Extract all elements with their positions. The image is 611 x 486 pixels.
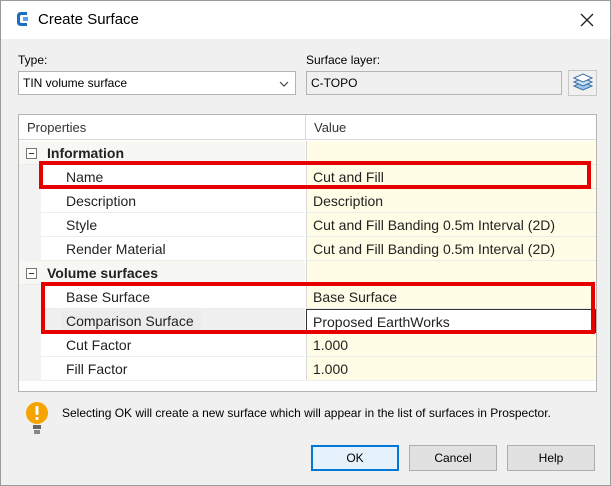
help-button[interactable]: Help [507,445,595,471]
property-value-cell[interactable]: 1.000 [306,333,596,357]
property-name: Description [66,193,137,209]
property-name: Style [66,217,98,233]
category-value-cell [306,141,596,165]
property-value: Cut and Fill Banding 0.5m Interval (2D) [313,241,555,257]
column-header-value: Value [314,120,347,135]
title-bar[interactable]: Create Surface [1,1,610,39]
category-label: Information [47,145,124,161]
row-gutter [19,357,41,381]
property-value-cell[interactable]: Cut and Fill Banding 0.5m Interval (2D) [306,237,596,261]
property-value-cell[interactable]: Cut and Fill Banding 0.5m Interval (2D) [306,213,596,237]
property-row-description[interactable]: Description Description [19,189,596,213]
type-dropdown-value: TIN volume surface [23,76,128,90]
info-message: Selecting OK will create a new surface w… [62,406,551,420]
category-volume-surfaces[interactable]: Volume surfaces [19,261,596,285]
property-value: Cut and Fill Banding 0.5m Interval (2D) [313,217,555,233]
property-value: Proposed EarthWorks [313,314,450,330]
property-value-cell[interactable]: Description [306,189,596,213]
property-name: Name [66,169,104,185]
property-value: Base Surface [313,289,398,305]
property-value-dropdown[interactable]: Proposed EarthWorks [306,309,596,333]
property-value-cell[interactable]: 1.000 [306,357,596,381]
property-value: Description [313,193,384,209]
row-gutter [19,237,41,261]
property-row-style[interactable]: Style Cut and Fill Banding 0.5m Interval… [19,213,596,237]
property-row-fill-factor[interactable]: Fill Factor 1.000 [19,357,596,381]
property-row-comparison-surface[interactable]: Comparison Surface Proposed EarthWorks [19,309,596,333]
property-name: Render Material [66,241,166,257]
property-name: Fill Factor [66,361,128,377]
property-row-cut-factor[interactable]: Cut Factor 1.000 [19,333,596,357]
surface-layer-field: C-TOPO [306,71,562,95]
collapse-icon[interactable] [26,148,37,159]
property-value-cell[interactable]: Base Surface [306,285,596,309]
category-value-cell [306,261,596,285]
row-gutter [19,285,41,309]
warning-lightbulb-icon [26,402,48,434]
property-value: 1.000 [313,361,349,377]
civil3d-app-icon [17,12,28,26]
close-button[interactable] [573,7,601,33]
row-gutter [19,165,41,189]
ok-button[interactable]: OK [311,445,399,471]
layers-icon [572,73,593,91]
property-row-name[interactable]: Name Cut and Fill [19,165,596,189]
column-header-properties: Properties [27,120,87,135]
chevron-down-icon [279,81,289,87]
surface-layer-value: C-TOPO [311,76,358,90]
row-gutter [19,309,41,333]
property-name: Cut Factor [66,337,132,353]
create-surface-dialog: Create Surface Type: Surface layer: TIN … [0,0,611,486]
category-label: Volume surfaces [47,265,159,281]
select-layer-button[interactable] [568,70,597,96]
window-title: Create Surface [38,11,139,28]
property-row-base-surface[interactable]: Base Surface Base Surface [19,285,596,309]
surface-layer-label: Surface layer: [306,53,381,67]
property-value-cell[interactable]: Cut and Fill [306,165,596,189]
close-icon [580,13,594,27]
property-name: Comparison Surface [66,313,194,329]
property-grid: Properties Value Information Name Cut an… [18,114,597,392]
type-label: Type: [18,53,48,67]
row-gutter [19,333,41,357]
cancel-button[interactable]: Cancel [409,445,497,471]
grid-header: Properties Value [19,115,596,140]
collapse-icon[interactable] [26,268,37,279]
row-gutter [19,189,41,213]
type-dropdown[interactable]: TIN volume surface [18,71,296,95]
property-name: Base Surface [66,289,151,305]
property-value: 1.000 [313,337,349,353]
property-value: Cut and Fill [313,169,384,185]
row-gutter [19,213,41,237]
property-row-render-material[interactable]: Render Material Cut and Fill Banding 0.5… [19,237,596,261]
category-information[interactable]: Information [19,141,596,165]
